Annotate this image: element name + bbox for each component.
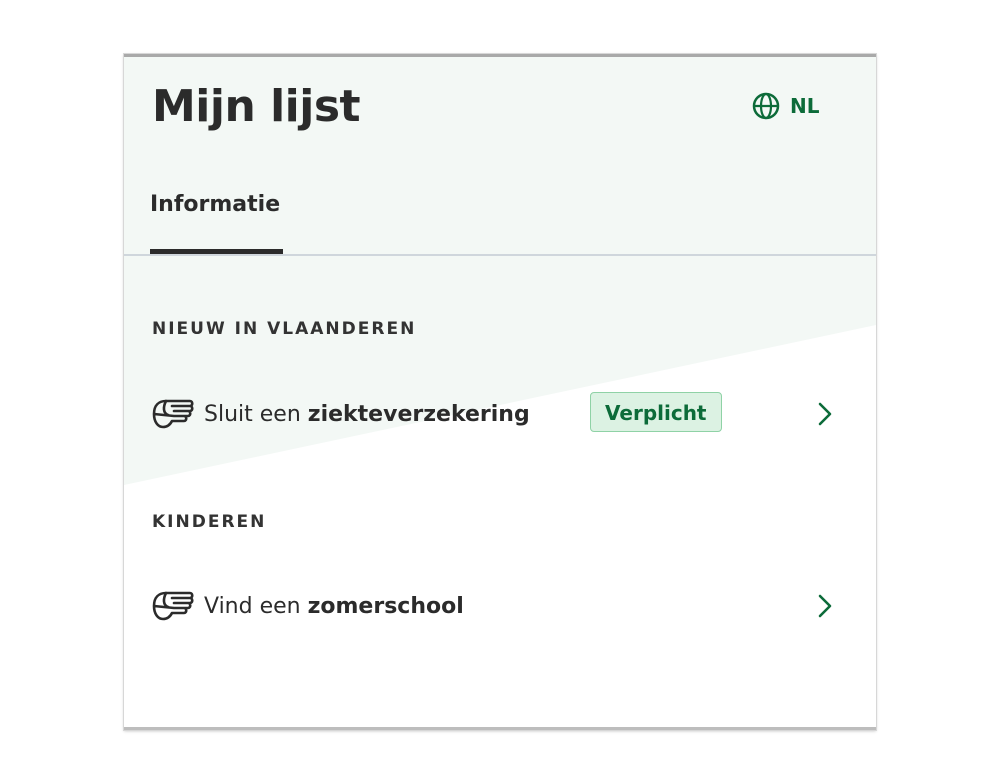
list-item-text: Sluit een ziekteverzekering [204,402,530,427]
list-item-zomerschool[interactable]: Vind een zomerschool [150,582,850,630]
my-list-panel: Mijn lijst NL Informatie NIEUW IN VLAAND… [124,54,876,730]
page-title: Mijn lijst [152,81,361,132]
list-item-emphasis: zomerschool [307,593,464,619]
language-switcher[interactable]: NL [752,91,819,121]
list-item-prefix: Vind een [204,593,308,619]
list-item-prefix: Sluit een [204,401,308,427]
language-label: NL [790,94,820,118]
pointing-hand-icon [152,591,194,621]
section-title-nieuw-in-vlaanderen: NIEUW IN VLAANDEREN [152,319,417,339]
chevron-right-icon [818,594,832,618]
required-badge: Verplicht [590,392,722,432]
section-title-kinderen: KINDEREN [152,512,267,532]
list-item-emphasis: ziekteverzekering [307,401,530,427]
globe-icon [752,92,780,120]
pointing-hand-icon [152,399,194,429]
chevron-right-icon [818,402,832,426]
tab-informatie[interactable]: Informatie [150,185,283,255]
panel-header: Mijn lijst NL Informatie [124,57,876,257]
list-item-text: Vind een zomerschool [204,594,464,619]
list-item-ziekteverzekering[interactable]: Sluit een ziekteverzekering Verplicht [150,390,850,438]
header-divider [124,254,876,256]
tab-label: Informatie [150,192,281,217]
